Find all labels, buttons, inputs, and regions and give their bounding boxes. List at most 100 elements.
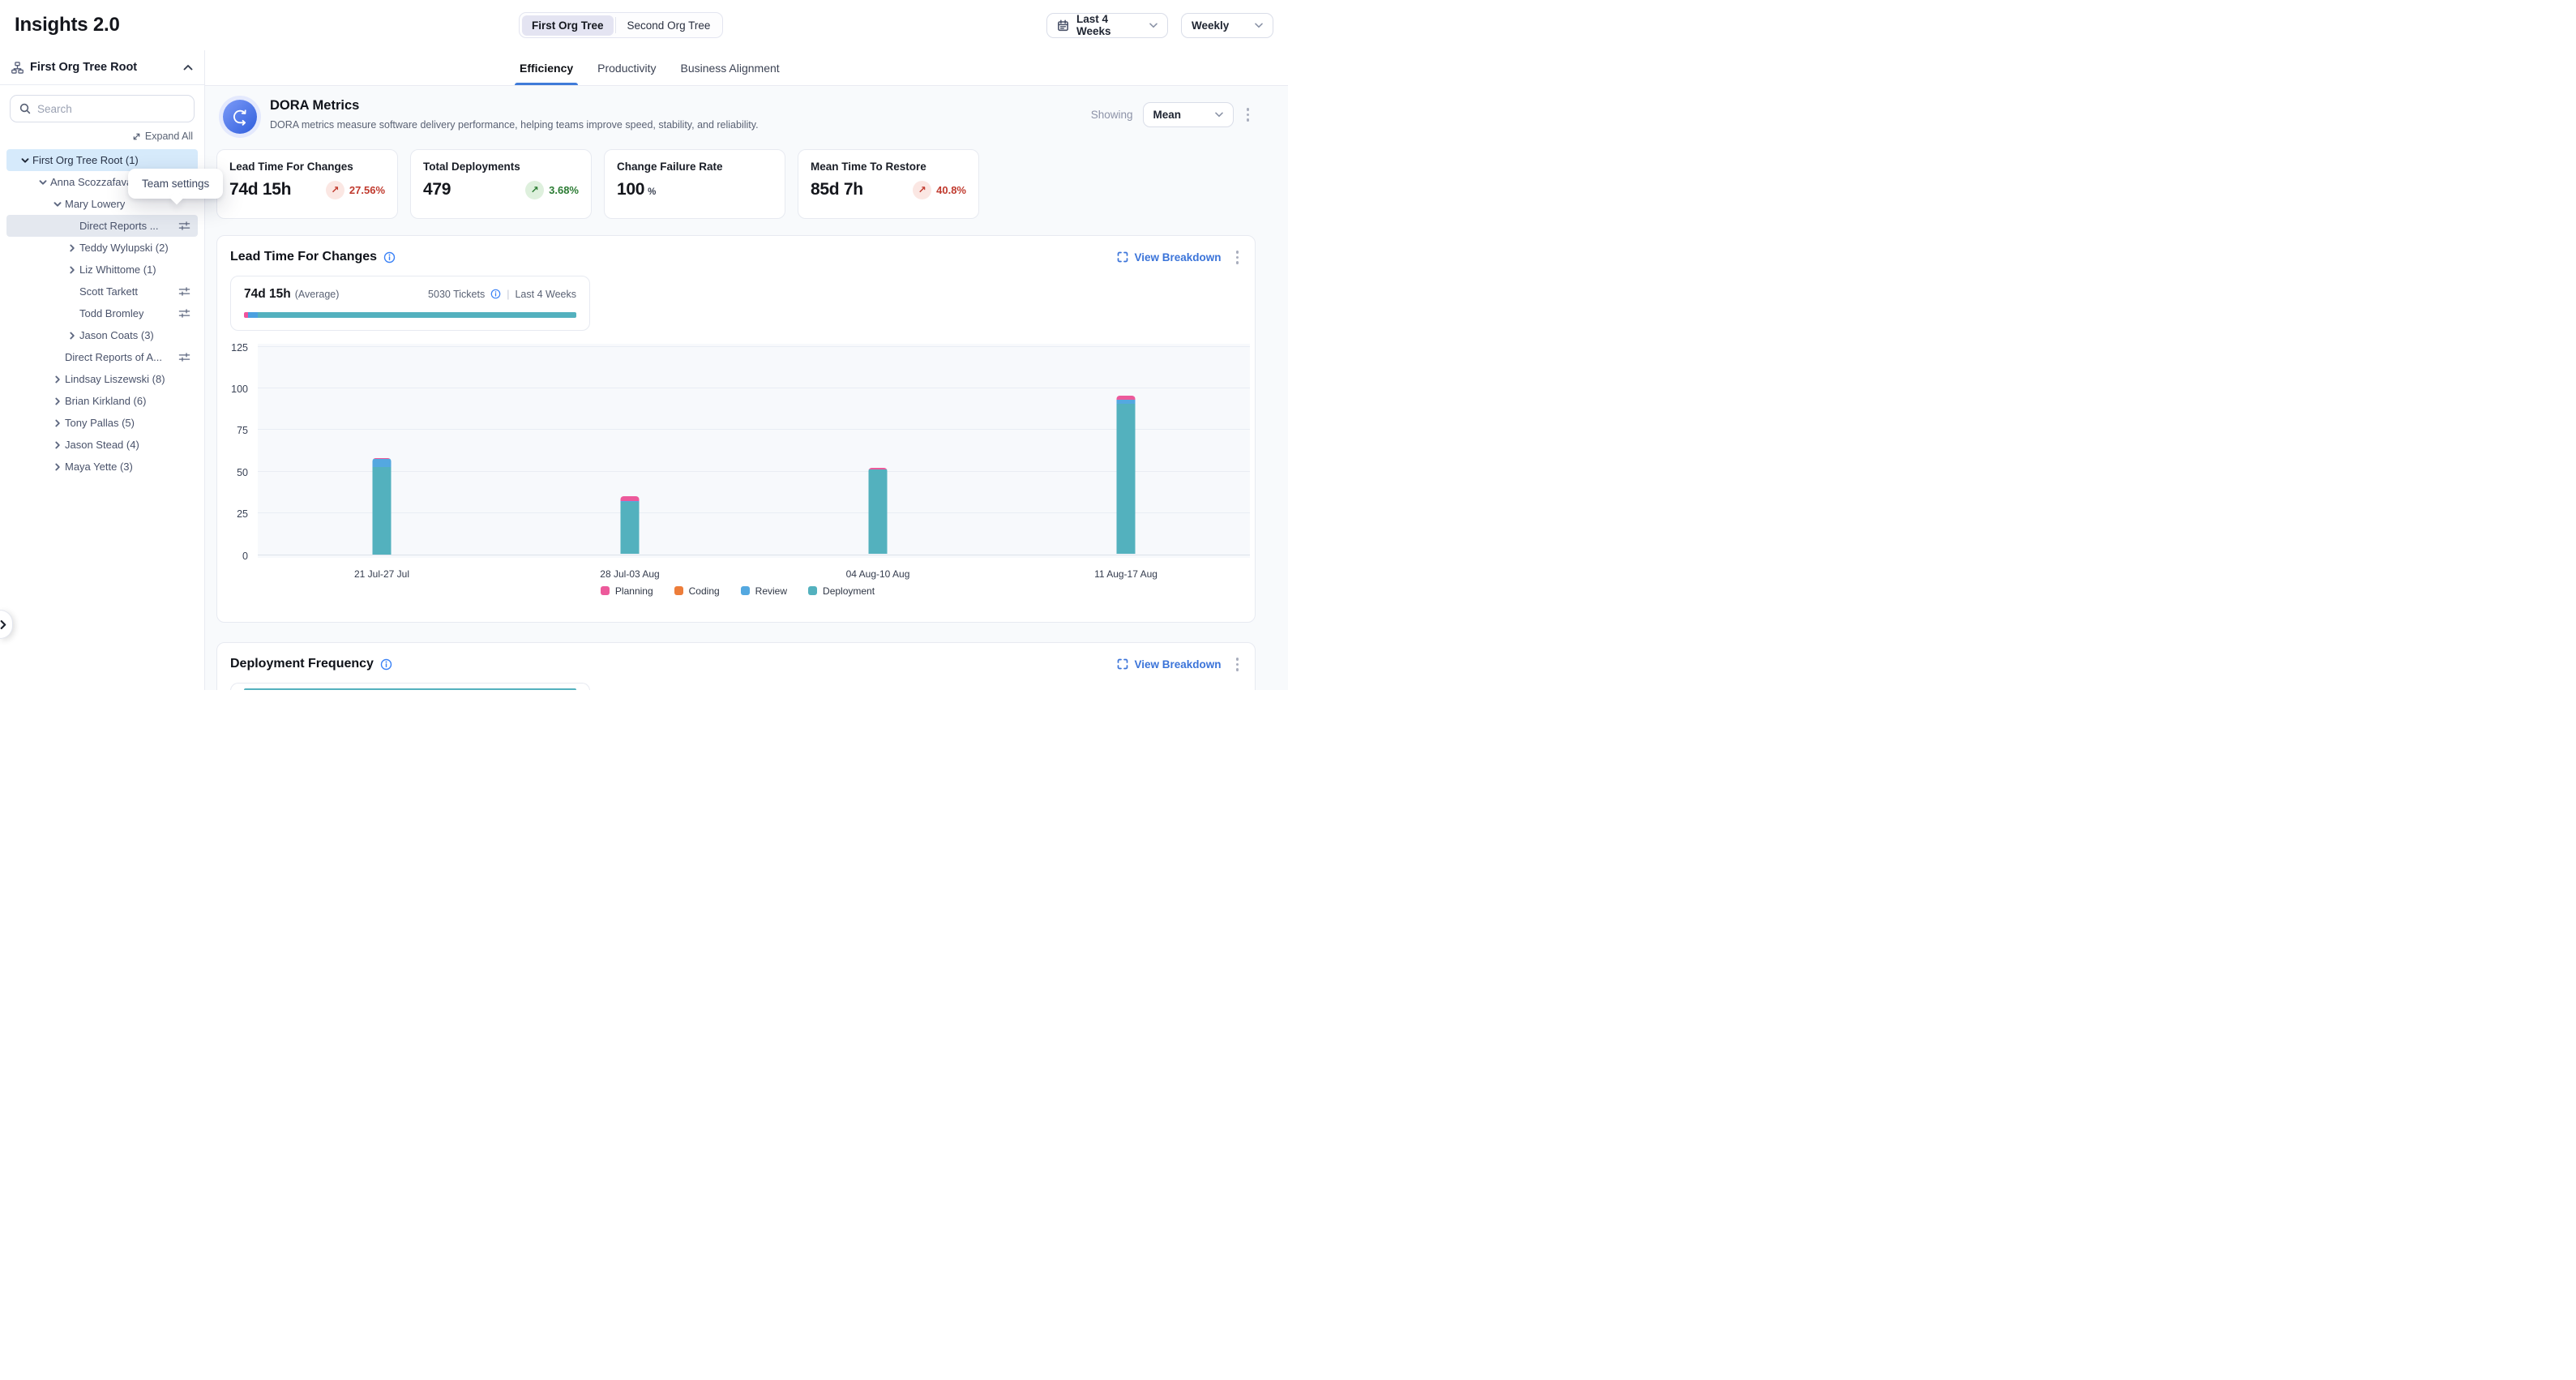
tab-business-alignment[interactable]: Business Alignment [681, 50, 780, 85]
app-title: Insights 2.0 [15, 14, 120, 36]
chevron-down-icon [1215, 112, 1223, 118]
tree-item-label: Liz Whittome (1) [79, 264, 156, 276]
metric-card-value-row: 85d 7h↗40.8% [811, 180, 966, 199]
tree-item[interactable]: Direct Reports ... [6, 215, 198, 237]
trend-badge: ↗27.56% [326, 181, 385, 199]
stacked-bar[interactable] [1117, 396, 1136, 555]
expand-all-button[interactable]: Expand All [6, 131, 193, 142]
legend-label: Coding [689, 585, 720, 597]
tree-item-label: Maya Yette (3) [65, 461, 133, 473]
org-toggle-first[interactable]: First Org Tree [522, 15, 614, 36]
tree-expand-icon[interactable] [50, 375, 65, 384]
main-content: DORA Metrics DORA metrics measure softwa… [205, 86, 1288, 690]
legend-item-planning[interactable]: Planning [601, 585, 653, 597]
dora-header: DORA Metrics DORA metrics measure softwa… [216, 94, 1256, 141]
deployment-frequency-summary-card [230, 683, 590, 691]
date-range-select[interactable]: Last 4 Weeks [1046, 13, 1168, 38]
tree-collapse-icon[interactable] [18, 156, 32, 165]
tree-item[interactable]: First Org Tree Root (1) [6, 149, 198, 171]
tree-item[interactable]: Scott Tarkett [6, 281, 198, 302]
tree-item[interactable]: Tony Pallas (5) [6, 412, 198, 434]
stacked-bar[interactable] [373, 458, 392, 555]
tree-item-label: Brian Kirkland (6) [65, 395, 146, 407]
tree-item-label: Anna Scozzafava [50, 176, 132, 188]
tree-item[interactable]: Brian Kirkland (6) [6, 390, 198, 412]
tree-item[interactable]: Jason Stead (4) [6, 434, 198, 456]
info-icon[interactable] [490, 289, 501, 299]
y-tick-label: 125 [231, 342, 248, 354]
tree-item[interactable]: Lindsay Liszewski (8) [6, 368, 198, 390]
trend-delta: 3.68% [549, 184, 579, 196]
tree-expand-icon[interactable] [50, 462, 65, 472]
org-toggle-second[interactable]: Second Org Tree [618, 15, 721, 36]
tree-collapse-icon[interactable] [36, 178, 50, 187]
collapse-sidebar-icon[interactable] [183, 64, 193, 71]
metric-card-value-row: 100% [617, 180, 772, 199]
dora-menu-kebab-icon[interactable] [1243, 105, 1253, 125]
info-icon[interactable] [383, 251, 396, 264]
tree-item[interactable]: Jason Coats (3) [6, 324, 198, 346]
dora-subtitle: DORA metrics measure software delivery p… [270, 119, 759, 131]
tree-expand-icon[interactable] [50, 440, 65, 450]
tab-productivity[interactable]: Productivity [597, 50, 656, 85]
tree-item[interactable]: Maya Yette (3) [6, 456, 198, 478]
team-settings-icon[interactable] [178, 351, 190, 363]
metric-card-value-row: 479↗3.68% [423, 180, 579, 199]
tree-expand-icon[interactable] [65, 331, 79, 341]
tree-item-label: Direct Reports ... [79, 220, 159, 232]
legend-swatch [741, 586, 750, 595]
tab-efficiency[interactable]: Efficiency [520, 50, 573, 85]
x-tick-label: 11 Aug-17 Aug [1094, 568, 1157, 580]
showing-select[interactable]: Mean [1143, 102, 1234, 127]
metric-card-title: Total Deployments [423, 161, 579, 173]
tree-item[interactable]: Direct Reports of A... [6, 346, 198, 368]
tree-item[interactable]: Todd Bromley [6, 302, 198, 324]
view-breakdown-button[interactable]: View Breakdown [1117, 658, 1221, 671]
date-range-value: Last 4 Weeks [1076, 13, 1135, 37]
summary-qualifier: (Average) [295, 289, 340, 300]
trend-delta: 27.56% [349, 184, 385, 196]
tree-expand-icon[interactable] [65, 243, 79, 253]
y-tick-label: 100 [231, 384, 248, 395]
org-tree-sidebar: First Org Tree Root Expand All [0, 50, 205, 690]
summary-value: 74d 15h [244, 287, 291, 302]
deployment-frequency-kebab-icon[interactable] [1233, 654, 1243, 675]
expand-all-icon [132, 132, 141, 141]
tree-expand-icon[interactable] [50, 396, 65, 406]
tree-item[interactable]: Liz Whittome (1) [6, 259, 198, 281]
granularity-select[interactable]: Weekly [1181, 13, 1273, 38]
y-tick-label: 50 [237, 467, 248, 478]
legend-item-deployment[interactable]: Deployment [808, 585, 875, 597]
search-input[interactable] [37, 103, 185, 115]
y-axis: 0255075100125 [225, 344, 258, 558]
tree-collapse-icon[interactable] [50, 199, 65, 209]
team-settings-icon[interactable] [178, 285, 190, 298]
x-tick-label: 28 Jul-03 Aug [600, 568, 659, 580]
stacked-bar[interactable] [869, 468, 888, 554]
team-settings-tooltip: Team settings [128, 169, 223, 199]
chart-gridline [258, 512, 1250, 513]
tree-item-label: Jason Coats (3) [79, 329, 154, 341]
lead-time-kebab-icon[interactable] [1233, 247, 1243, 268]
legend-item-review[interactable]: Review [741, 585, 787, 597]
toggle-divider [615, 17, 616, 33]
dora-cycle-icon [223, 100, 257, 134]
team-settings-icon[interactable] [178, 220, 190, 232]
search-icon [19, 103, 31, 114]
tree-item-label: Scott Tarkett [79, 285, 138, 298]
legend-label: Planning [615, 585, 653, 597]
view-breakdown-label: View Breakdown [1134, 658, 1221, 671]
metric-card: Mean Time To Restore85d 7h↗40.8% [798, 149, 979, 219]
stacked-bar[interactable] [621, 496, 640, 554]
y-tick-label: 25 [237, 508, 248, 520]
team-settings-icon[interactable] [178, 307, 190, 319]
info-icon[interactable] [380, 658, 392, 671]
tree-expand-icon[interactable] [65, 265, 79, 275]
tree-item[interactable]: Teddy Wylupski (2) [6, 237, 198, 259]
breakdown-expand-icon [1117, 658, 1128, 670]
tree-expand-icon[interactable] [50, 418, 65, 428]
legend-swatch [808, 586, 817, 595]
metric-card: Change Failure Rate100% [604, 149, 785, 219]
view-breakdown-button[interactable]: View Breakdown [1117, 251, 1221, 264]
legend-item-coding[interactable]: Coding [674, 585, 720, 597]
